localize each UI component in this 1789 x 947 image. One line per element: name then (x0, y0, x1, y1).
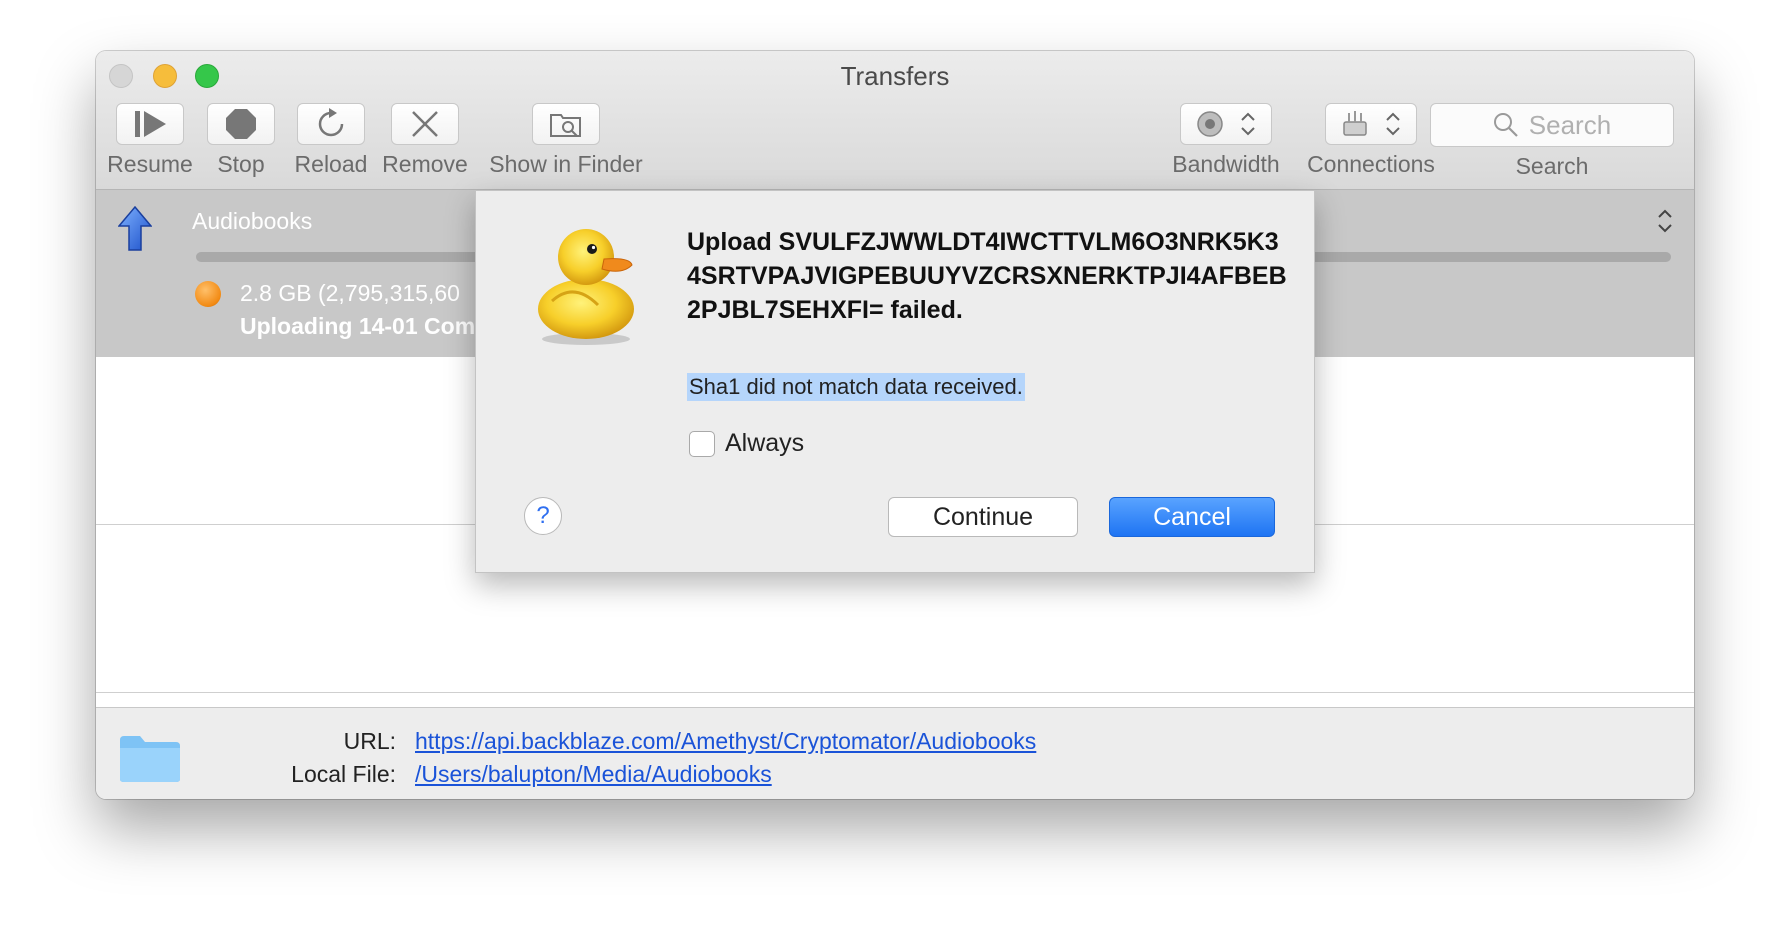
bandwidth-popup[interactable]: Bandwidth (1156, 103, 1296, 178)
connections-icon (1343, 111, 1367, 136)
cyberduck-logo-icon (538, 229, 634, 345)
status-indicator (195, 281, 221, 307)
url-label: URL: (343, 728, 396, 754)
stop-icon (226, 109, 256, 139)
toolbar: Transfers Resume Stop Reload Remove Show… (96, 51, 1694, 190)
checkbox[interactable] (689, 430, 715, 457)
chevron-updown-icon (1386, 112, 1400, 136)
dialog-title: Upload SVULFZJWWLDT4IWCTTVLM6O3NRK5K34SR… (687, 228, 1287, 324)
always-checkbox[interactable]: Always (689, 429, 804, 458)
reload-button[interactable]: Reload (286, 103, 376, 178)
remove-icon (412, 111, 438, 137)
transfer-name: Audiobooks (192, 208, 313, 234)
chevron-updown-icon[interactable] (1656, 208, 1674, 234)
upload-failed-dialog: Upload SVULFZJWWLDT4IWCTTVLM6O3NRK5K34SR… (475, 190, 1315, 573)
transfer-details: URL: https://api.backblaze.com/Amethyst/… (96, 707, 1694, 799)
local-file-link[interactable]: /Users/balupton/Media/Audiobooks (415, 761, 772, 788)
show-in-finder-button[interactable]: Show in Finder (481, 103, 651, 178)
row-divider (96, 692, 1694, 693)
remove-button[interactable]: Remove (378, 103, 472, 178)
resume-icon (135, 111, 166, 137)
search-icon (1493, 113, 1518, 137)
upload-arrow-icon (118, 206, 152, 251)
bandwidth-icon (1197, 111, 1223, 137)
window-title: Transfers (840, 61, 950, 91)
continue-button[interactable]: Continue (888, 497, 1078, 537)
search-label: Search (1515, 153, 1589, 179)
resume-button[interactable]: Resume (100, 103, 200, 178)
transfer-size: 2.8 GB (2,795,315,60 (240, 280, 460, 306)
cancel-button[interactable]: Cancel (1109, 497, 1275, 537)
stop-button[interactable]: Stop (196, 103, 286, 178)
dialog-message: Sha1 did not match data received. (687, 373, 1025, 401)
always-label: Always (725, 429, 805, 457)
transfer-status: Uploading 14-01 Com (240, 313, 476, 339)
chevron-updown-icon (1241, 112, 1255, 136)
help-button[interactable]: ? (524, 497, 562, 535)
search-placeholder: Search (1528, 109, 1612, 140)
local-file-label: Local File: (291, 761, 396, 787)
url-link[interactable]: https://api.backblaze.com/Amethyst/Crypt… (415, 728, 1036, 755)
reload-icon (318, 108, 344, 137)
search-input[interactable]: Search (1430, 103, 1674, 147)
folder-search-icon (550, 114, 581, 137)
